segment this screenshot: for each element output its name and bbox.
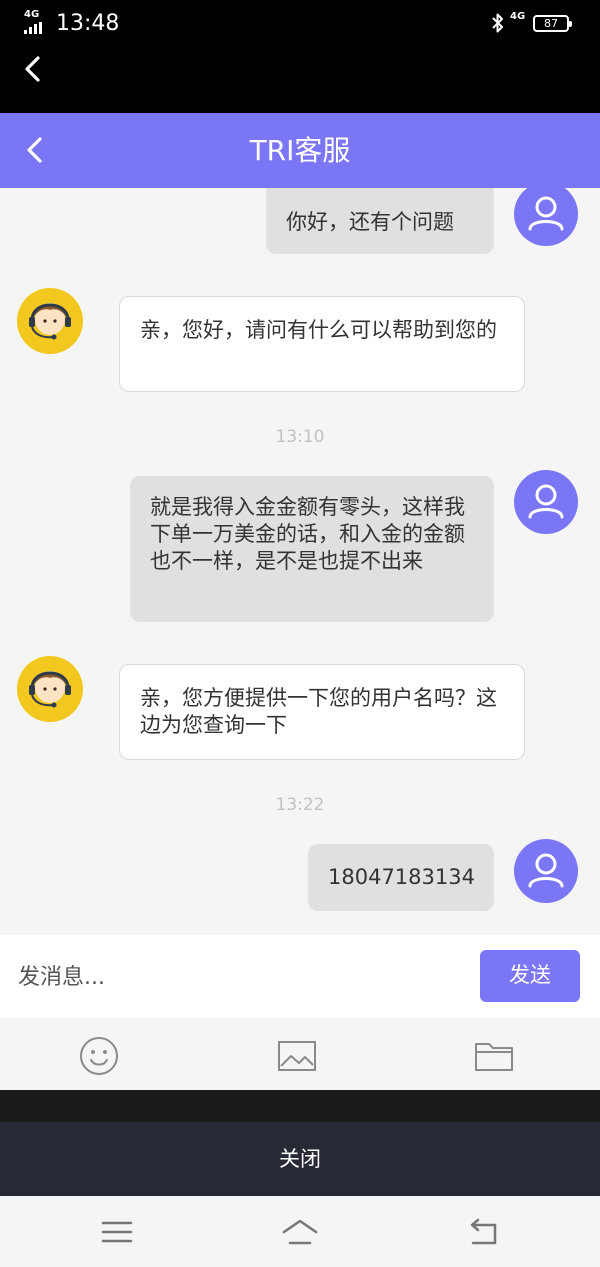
status-bar: 4G 13:48 4G 87 bbox=[0, 0, 600, 48]
network-type-left: 4G bbox=[24, 9, 40, 20]
menu-icon[interactable] bbox=[97, 1215, 137, 1249]
system-back-button[interactable] bbox=[20, 54, 44, 84]
message-text: 18047183134 bbox=[328, 865, 475, 889]
battery-level: 87 bbox=[544, 17, 558, 30]
message-text: 你好，还有个问题 bbox=[286, 210, 454, 234]
cellular-signal-icon: 4G bbox=[24, 10, 50, 34]
status-time: 13:48 bbox=[56, 11, 120, 36]
message-text: 就是我得入金金额有零头，这样我下单一万美金的话，和入金的金额也不一样，是不是也提… bbox=[150, 495, 465, 573]
page-title: TRI客服 bbox=[249, 134, 351, 167]
back-chevron-icon[interactable] bbox=[22, 135, 46, 165]
chat-message-list[interactable]: 你好，还有个问题 亲，您好，请问有什么可以帮助到您的 13:10 就是我得入金金… bbox=[0, 188, 600, 935]
battery-icon: 87 bbox=[533, 15, 572, 32]
image-icon[interactable] bbox=[277, 1036, 317, 1076]
agent-message-bubble: 亲，您好，请问有什么可以帮助到您的 bbox=[119, 296, 525, 392]
network-type-right: 4G bbox=[510, 11, 526, 22]
support-agent-icon bbox=[29, 303, 71, 340]
message-text: 亲，您方便提供一下您的用户名吗？这边为您查询一下 bbox=[140, 686, 497, 737]
user-message-bubble: 18047183134 bbox=[308, 844, 494, 911]
user-avatar bbox=[514, 839, 578, 903]
user-avatar-icon bbox=[528, 853, 564, 888]
message-text: 亲，您好，请问有什么可以帮助到您的 bbox=[140, 318, 497, 342]
agent-avatar bbox=[17, 288, 83, 354]
agent-message-bubble: 亲，您方便提供一下您的用户名吗？这边为您查询一下 bbox=[119, 664, 525, 760]
user-message-bubble: 你好，还有个问题 bbox=[266, 188, 494, 254]
support-agent-icon bbox=[29, 671, 71, 708]
message-timestamp: 13:10 bbox=[275, 427, 325, 447]
user-avatar-icon bbox=[528, 484, 564, 519]
back-icon[interactable] bbox=[463, 1215, 503, 1249]
message-timestamp: 13:22 bbox=[275, 795, 325, 815]
message-input[interactable] bbox=[18, 952, 458, 1002]
system-back-bar bbox=[0, 48, 600, 113]
bluetooth-icon bbox=[492, 13, 503, 33]
user-avatar bbox=[514, 188, 578, 246]
agent-avatar bbox=[17, 656, 83, 722]
divider bbox=[0, 1090, 600, 1122]
close-button[interactable]: 关闭 bbox=[0, 1122, 600, 1196]
chat-header: TRI客服 bbox=[0, 113, 600, 188]
user-avatar bbox=[514, 470, 578, 534]
user-message-bubble: 就是我得入金金额有零头，这样我下单一万美金的话，和入金的金额也不一样，是不是也提… bbox=[130, 476, 494, 622]
user-avatar-icon bbox=[528, 196, 564, 231]
folder-icon[interactable] bbox=[474, 1036, 514, 1076]
home-icon[interactable] bbox=[280, 1215, 320, 1249]
send-button[interactable]: 发送 bbox=[480, 950, 580, 1002]
emoji-icon[interactable] bbox=[79, 1036, 119, 1076]
